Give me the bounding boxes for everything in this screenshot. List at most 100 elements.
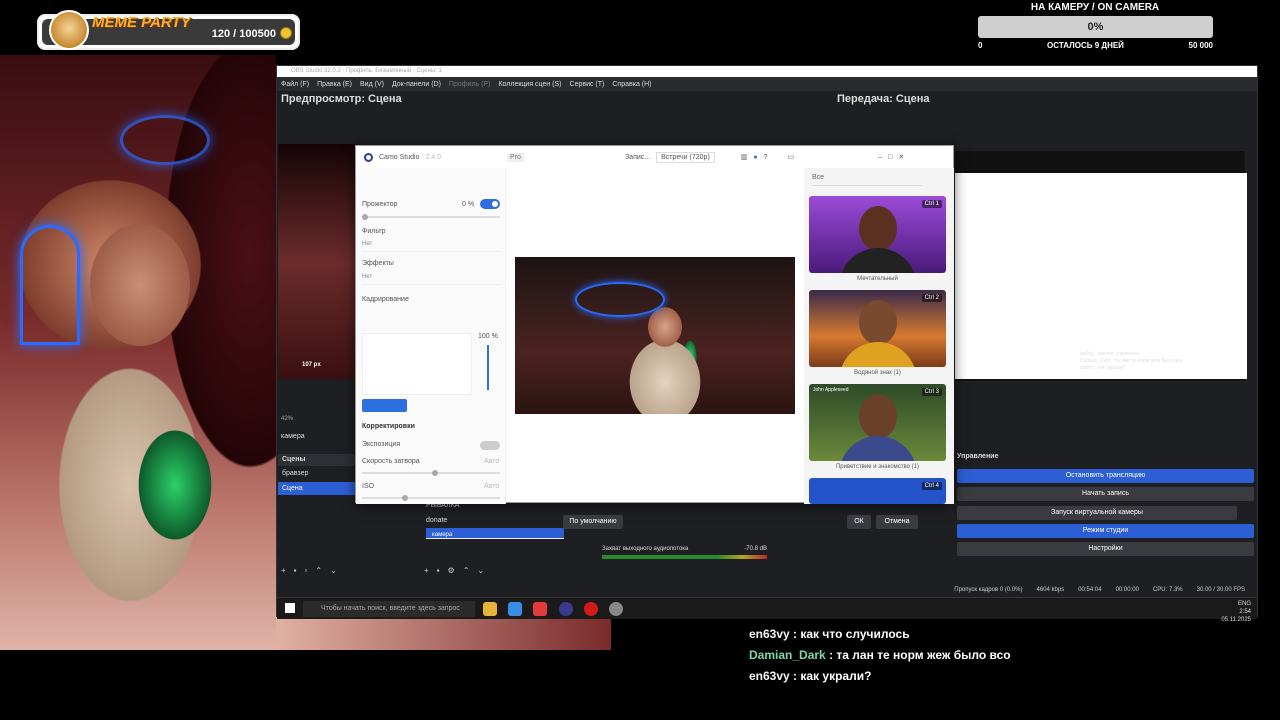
preset-shortcut: Ctrl 1 (921, 200, 942, 208)
obs-icon[interactable] (559, 602, 573, 616)
language-indicator[interactable]: ENG (1238, 601, 1251, 607)
flip-button-active[interactable] (362, 399, 407, 412)
effects-label: Эффекты (362, 260, 394, 267)
menu-tools[interactable]: Сервис (T) (570, 81, 605, 88)
effects-select[interactable]: Нет (362, 274, 500, 285)
preset-tile[interactable]: Ctrl 3 John Appleseed (809, 384, 946, 461)
preset-shortcut: Ctrl 4 (921, 482, 942, 490)
camo-studio-window: Camo Studio 2.4.0 Pro Запис... Встречи (… (355, 145, 954, 504)
preset-shortcut: Ctrl 3 (921, 388, 942, 396)
exposure-toggle[interactable] (480, 441, 500, 450)
explorer-icon[interactable] (483, 602, 497, 616)
menu-help[interactable]: Справка (H) (612, 81, 651, 88)
camo-settings-panel: Прожектор 0 % Фильтр Нет Эффекты Нет Кад… (356, 168, 506, 504)
preset-person (859, 300, 897, 345)
menu-profile[interactable]: Профиль (P) (449, 81, 491, 88)
shutter-slider[interactable] (362, 470, 500, 476)
source-toolbar: + ▪ ⚙ ⌃ ⌄ (424, 566, 484, 575)
audio-meter (602, 555, 767, 559)
obs-titlebar: OBS Studio 32.0.2 - Профиль: Безымянный … (277, 66, 1257, 77)
iso-slider[interactable] (362, 495, 500, 501)
chat-message: : как что случилось (793, 627, 910, 641)
start-icon[interactable] (285, 603, 295, 613)
remove-source-icon[interactable]: ▪ (437, 566, 440, 575)
cpu-usage: CPU: 7.3% (1152, 587, 1183, 593)
spotlight-slider[interactable] (362, 214, 500, 220)
preview-canvas[interactable]: 107 px (278, 144, 358, 379)
camo-icon[interactable] (609, 602, 623, 616)
camo-logo-icon (364, 152, 373, 162)
preset-shortcut: Ctrl 2 (921, 294, 942, 302)
start-recording-button[interactable]: Начать запись (957, 487, 1254, 501)
presets-filter[interactable]: Все (812, 174, 922, 186)
doge-icon (49, 10, 89, 50)
virtual-camera-button[interactable]: Запуск виртуальной камеры (957, 506, 1237, 520)
meme-count: 120 / 100500 (211, 28, 276, 40)
layout-icon[interactable]: ▥ (741, 153, 748, 161)
preset-tile[interactable]: Ctrl 1 (809, 196, 946, 273)
source-item-selected[interactable]: камера (426, 528, 564, 539)
chat-message: : та лан те норм жеж было всо (829, 648, 1011, 662)
menu-view[interactable]: Вид (V) (360, 81, 384, 88)
chat-user: en63vy (749, 627, 790, 641)
cancel-button[interactable]: Отмена (876, 515, 918, 529)
meme-title: MEME PARTY (92, 14, 191, 31)
menu-file[interactable]: Файл (F) (281, 81, 309, 88)
preset-person-body (839, 342, 917, 367)
crop-zoom-slider[interactable] (487, 345, 489, 390)
add-scene-icon[interactable]: + (281, 566, 286, 575)
camo-presets-panel: Все Ctrl 1 Мечтательный Ctrl 2 Водяной з… (804, 168, 954, 504)
maximize-icon[interactable]: □ (888, 154, 892, 161)
resolution-select[interactable]: Встречи (720p) (656, 151, 715, 163)
add-source-icon[interactable]: + (424, 566, 429, 575)
stream-time: 00:54:04 (1078, 587, 1102, 593)
filter-scene-icon[interactable]: ▫ (305, 566, 308, 575)
system-tray: ENG 2:54 05.11.2025 (1221, 600, 1251, 624)
crop-label: Кадрирование (362, 296, 409, 303)
move-up-icon[interactable]: ⌃ (315, 566, 322, 575)
menu-docks[interactable]: Док-панели (D) (392, 81, 441, 88)
menu-edit[interactable]: Правка (E) (317, 81, 352, 88)
move-up-icon[interactable]: ⌃ (463, 566, 470, 575)
program-label: Передача: Сцена (837, 93, 930, 105)
settings-button[interactable]: Настройки (957, 542, 1254, 556)
preset-person (859, 206, 897, 251)
close-icon[interactable]: ✕ (898, 153, 904, 161)
move-down-icon[interactable]: ⌄ (330, 566, 337, 575)
stop-stream-button[interactable]: Остановить трансляцию (957, 469, 1254, 483)
gear-icon[interactable]: ⚙ (448, 566, 455, 575)
program-chat-line: aa6hy : как украли? (1080, 365, 1126, 371)
goal-meta: 0 ОСТАЛОСЬ 9 ДНЕЙ 50 000 (978, 41, 1213, 50)
preview-zoom: 42% (281, 416, 294, 422)
ok-button[interactable]: ОК (847, 515, 871, 529)
program-canvas: aa6hy : как что случилось Damian_Dark : … (954, 150, 1247, 382)
crop-zoom-value: 100 % (478, 333, 498, 340)
filter-select[interactable]: Нет (362, 241, 500, 252)
remove-scene-icon[interactable]: ▪ (294, 566, 297, 575)
default-button[interactable]: По умолчанию (563, 515, 623, 529)
iso-label: ISO (362, 483, 375, 490)
audio-source-label: Захват выходного аудиопотока (602, 546, 689, 552)
yandex-icon[interactable] (533, 602, 547, 616)
taskbar-search[interactable]: Чтобы начать поиск, введите здесь запрос (303, 601, 475, 617)
opera-icon[interactable] (584, 602, 598, 616)
iso-value: Авто (484, 483, 500, 490)
window-icon[interactable]: ▭ (788, 153, 795, 161)
program-chat-line: Damian_Dark : та лан те норм жеж было вс… (1080, 358, 1183, 364)
bitrate: 4604 kbps (1036, 587, 1065, 593)
help-icon[interactable]: ? (764, 154, 768, 161)
record-button[interactable]: Запис... (625, 154, 650, 161)
minimize-icon[interactable]: – (878, 154, 882, 161)
goal-progress-bar: 0% (978, 16, 1213, 38)
studio-mode-button[interactable]: Режим студии (957, 524, 1254, 538)
store-icon[interactable] (508, 602, 522, 616)
spotlight-toggle[interactable] (480, 199, 500, 209)
preset-tile[interactable]: Ctrl 4 (809, 478, 946, 504)
goal-remaining: ОСТАЛОСЬ 9 ДНЕЙ (1047, 41, 1124, 50)
notification-icon[interactable]: ● (753, 154, 757, 161)
dropped-frames: Пропуск кадров 0 (0.0%) (954, 587, 1023, 593)
preview-label: Предпросмотр: Сцена (281, 93, 402, 105)
menu-scene-collection[interactable]: Коллекция сцен (S) (498, 81, 561, 88)
move-down-icon[interactable]: ⌄ (477, 566, 484, 575)
preset-tile[interactable]: Ctrl 2 (809, 290, 946, 367)
